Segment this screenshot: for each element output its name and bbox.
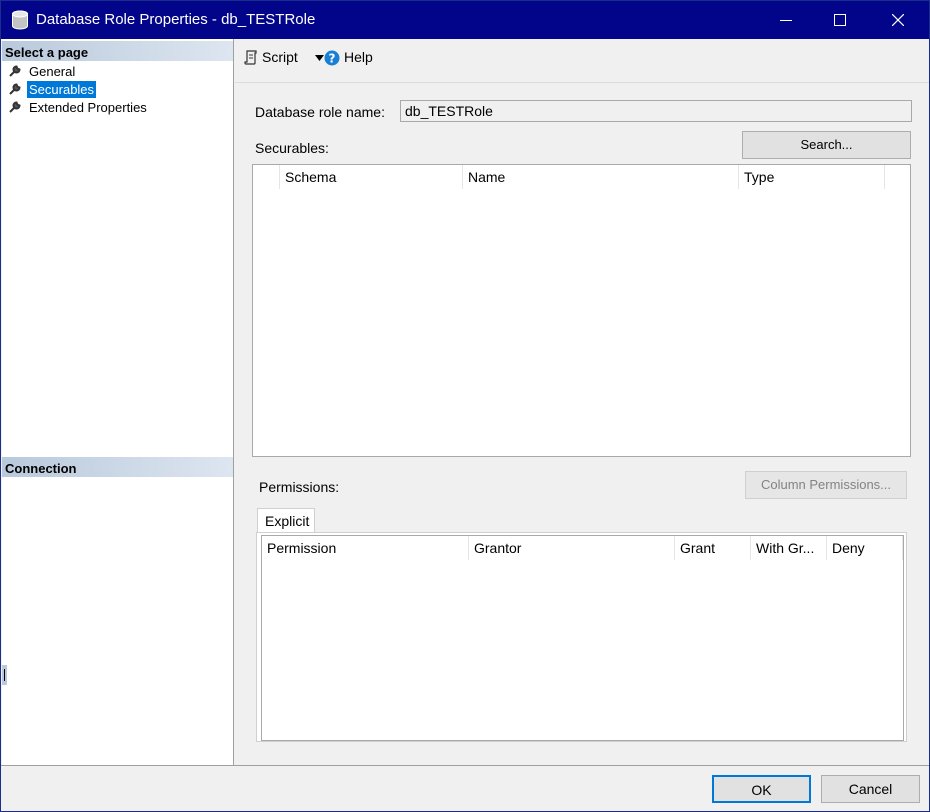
window-title: Database Role Properties - db_TESTRole xyxy=(36,11,316,28)
row-header-column xyxy=(253,165,280,189)
maximize-button[interactable] xyxy=(817,1,863,39)
minimize-button[interactable] xyxy=(763,1,809,39)
page-selector-pane: Select a page General Securables Extende… xyxy=(2,39,234,765)
script-icon xyxy=(244,50,257,65)
help-label: Help xyxy=(344,49,373,65)
page-item-label: Securables xyxy=(27,81,97,98)
column-header-grant[interactable]: Grant xyxy=(675,536,751,560)
help-button[interactable]: ? Help xyxy=(324,48,376,68)
column-header-grantor[interactable]: Grantor xyxy=(469,536,675,560)
minimize-icon xyxy=(780,20,792,21)
column-header-permission[interactable]: Permission xyxy=(262,536,469,560)
wrench-icon xyxy=(9,83,21,95)
column-header-schema[interactable]: Schema xyxy=(280,165,463,189)
column-permissions-button[interactable]: Column Permissions... xyxy=(745,471,907,499)
help-icon: ? xyxy=(324,50,340,66)
script-button[interactable]: Script xyxy=(244,48,324,68)
maximize-icon xyxy=(834,14,846,26)
close-button[interactable] xyxy=(875,1,921,39)
title-bar: Database Role Properties - db_TESTRole xyxy=(1,1,929,39)
dropdown-arrow-icon[interactable] xyxy=(315,55,324,61)
select-page-header: Select a page xyxy=(2,41,233,61)
column-header-type[interactable]: Type xyxy=(739,165,885,189)
script-label: Script xyxy=(262,49,298,65)
database-icon xyxy=(12,10,28,30)
role-name-field[interactable]: db_TESTRole xyxy=(400,100,912,122)
page-item-label: Extended Properties xyxy=(29,100,147,115)
role-name-label: Database role name: xyxy=(255,104,385,120)
close-icon xyxy=(892,14,904,26)
tab-explicit[interactable]: Explicit xyxy=(257,508,315,534)
svg-text:?: ? xyxy=(329,52,336,66)
dialog-footer: OK Cancel xyxy=(1,765,929,811)
search-button[interactable]: Search... xyxy=(742,131,911,159)
permissions-grid-header: Permission Grantor Grant With Gr... Deny xyxy=(262,536,903,560)
column-header-name[interactable]: Name xyxy=(463,165,739,189)
cancel-button[interactable]: Cancel xyxy=(821,775,920,803)
ok-button[interactable]: OK xyxy=(712,775,811,803)
explicit-tab-panel: Permission Grantor Grant With Gr... Deny xyxy=(256,532,907,742)
connection-header: Connection xyxy=(2,457,233,477)
toolbar: Script ? Help xyxy=(235,39,929,83)
securables-label: Securables: xyxy=(255,140,329,156)
wrench-icon xyxy=(9,65,21,77)
column-header-with-grant[interactable]: With Gr... xyxy=(751,536,827,560)
page-item-label: General xyxy=(29,64,76,79)
database-role-properties-dialog: Database Role Properties - db_TESTRole S… xyxy=(0,0,930,812)
securables-grid-header: Schema Name Type xyxy=(253,165,910,189)
securables-grid[interactable]: Schema Name Type xyxy=(252,164,911,457)
permissions-label: Permissions: xyxy=(259,479,340,495)
permissions-grid[interactable]: Permission Grantor Grant With Gr... Deny xyxy=(261,535,904,741)
wrench-icon xyxy=(9,101,21,113)
column-header-deny[interactable]: Deny xyxy=(827,536,903,560)
securables-page: Database role name: db_TESTRole Securabl… xyxy=(235,84,929,764)
connection-splitter[interactable] xyxy=(2,665,7,685)
